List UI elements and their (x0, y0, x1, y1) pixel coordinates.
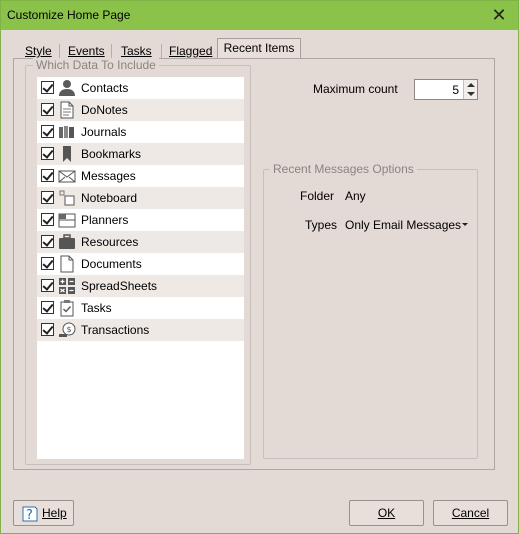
list-item[interactable]: Messages (37, 165, 244, 187)
spreadsheet-icon (59, 278, 75, 294)
chevron-down-icon (462, 223, 469, 226)
journals-checkbox[interactable] (41, 125, 54, 138)
list-item-label: Resources (81, 235, 139, 249)
envelope-icon (58, 170, 76, 183)
list-item[interactable]: $ Transactions (37, 319, 244, 341)
contacts-checkbox[interactable] (41, 81, 54, 94)
data-types-list: Contacts DoNotes Journals Bookmarks Mess… (37, 77, 244, 459)
list-item[interactable]: Documents (37, 253, 244, 275)
transactions-checkbox[interactable] (41, 323, 54, 336)
types-label: Types (305, 218, 338, 232)
tasks-checkbox[interactable] (41, 301, 54, 314)
list-item-label: Bookmarks (81, 147, 142, 161)
help-button[interactable]: ? Help (13, 500, 74, 526)
stepper-buttons[interactable] (463, 80, 477, 99)
noteboard-icon (59, 190, 75, 206)
document-icon (60, 255, 74, 273)
help-icon: ? (22, 506, 38, 522)
help-button-label: Help (42, 506, 67, 520)
types-value: Only Email Messages (345, 218, 462, 232)
svg-text:?: ? (26, 508, 33, 522)
planner-icon (58, 213, 76, 228)
maximum-count-stepper[interactable]: 5 (414, 79, 478, 100)
list-item-label: Tasks (81, 301, 112, 315)
cancel-button[interactable]: Cancel (433, 500, 508, 526)
list-item[interactable]: Contacts (37, 77, 244, 99)
tab-divider (161, 44, 162, 58)
messages-checkbox[interactable] (41, 169, 54, 182)
list-item[interactable]: Tasks (37, 297, 244, 319)
noteboard-checkbox[interactable] (41, 191, 54, 204)
folder-value[interactable]: Any (345, 189, 366, 203)
recent-messages-options-group (263, 169, 478, 459)
list-item[interactable]: Journals (37, 121, 244, 143)
ok-button[interactable]: OK (349, 500, 424, 526)
clipboard-icon (60, 300, 74, 317)
customize-home-page-dialog: Customize Home Page ✕ Style Events Tasks… (0, 0, 519, 534)
briefcase-icon (59, 234, 75, 249)
recent-messages-options-title: Recent Messages Options (270, 162, 417, 176)
chevron-down-icon[interactable] (467, 92, 475, 96)
list-item[interactable]: Bookmarks (37, 143, 244, 165)
note-page-icon (60, 101, 74, 119)
books-icon (59, 126, 74, 138)
list-item-label: Journals (81, 125, 127, 139)
svg-text:$: $ (67, 325, 72, 334)
donotes-checkbox[interactable] (41, 103, 54, 116)
list-item-label: Planners (81, 213, 129, 227)
tab-recent-items[interactable]: Recent Items (217, 38, 301, 59)
list-item-label: SpreadSheets (81, 279, 158, 293)
which-data-group-title: Which Data To Include (33, 58, 159, 72)
folder-label: Folder (300, 189, 335, 203)
list-item-label: Messages (81, 169, 136, 183)
documents-checkbox[interactable] (41, 257, 54, 270)
resources-checkbox[interactable] (41, 235, 54, 248)
maximum-count-value[interactable]: 5 (452, 83, 459, 97)
maximum-count-label: Maximum count (313, 82, 398, 96)
planners-checkbox[interactable] (41, 213, 54, 226)
list-item-label: Transactions (81, 323, 150, 337)
title-bar[interactable]: Customize Home Page ✕ (1, 1, 518, 30)
close-icon[interactable]: ✕ (488, 4, 510, 26)
cancel-button-label: Cancel (451, 506, 490, 520)
tab-divider (59, 44, 60, 58)
window-title: Customize Home Page (7, 8, 131, 22)
types-dropdown[interactable]: Only Email Messages (345, 218, 469, 232)
spreadsheets-checkbox[interactable] (41, 279, 54, 292)
person-icon (59, 80, 75, 96)
bookmarks-checkbox[interactable] (41, 147, 54, 160)
bookmark-icon (63, 146, 71, 162)
transaction-icon: $ (59, 322, 76, 337)
list-item-label: Noteboard (81, 191, 138, 205)
list-item-label: Documents (81, 257, 142, 271)
list-item-label: DoNotes (81, 103, 128, 117)
chevron-up-icon[interactable] (467, 83, 475, 87)
list-item[interactable]: Planners (37, 209, 244, 231)
list-item[interactable]: Noteboard (37, 187, 244, 209)
list-item[interactable]: DoNotes (37, 99, 244, 121)
list-item[interactable]: SpreadSheets (37, 275, 244, 297)
list-item-label: Contacts (81, 81, 129, 95)
ok-button-label: OK (377, 506, 396, 520)
list-item[interactable]: Resources (37, 231, 244, 253)
tab-divider (111, 44, 112, 58)
